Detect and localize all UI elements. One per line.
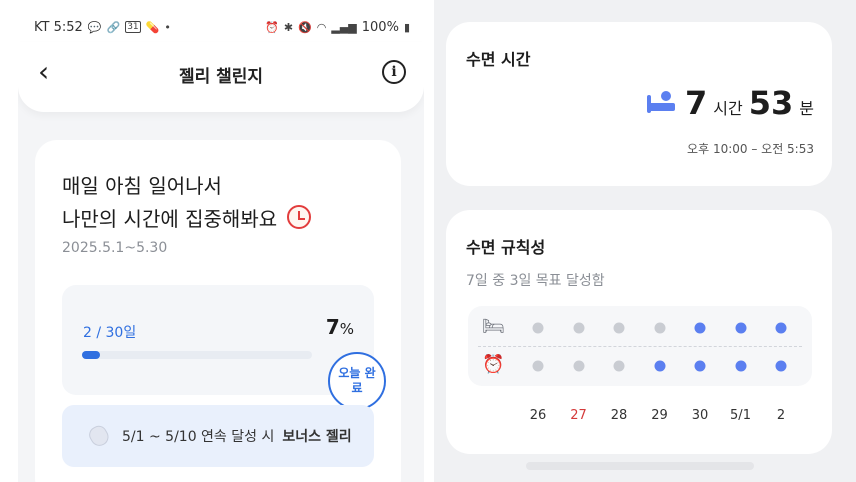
bedtime-dot [573,322,584,334]
days-count: 2 / 30일 [83,325,137,341]
challenge-period: 2025.5.1~5.30 [62,240,168,256]
wake-dot [735,360,746,372]
sleep-range: 오후 10:00 – 오전 5:53 [687,142,814,156]
dot-icon: • [164,20,171,34]
bonus-banner[interactable]: 5/1 ~ 5/10 연속 달성 시 보너스 젤리 [62,405,374,467]
alarm-icon: ⏰ [265,20,279,34]
bluetooth-icon: ✱ [283,20,294,34]
regularity-grid: 🛏 ⏰ [468,306,812,386]
mute-icon: 🔇 [298,20,312,34]
day-label: 2 [776,408,786,423]
goal-summary: 7일 중 3일 목표 달성함 [466,273,605,289]
battery-icon: ▮ [403,20,410,34]
headline-line-2: 나만의 시간에 집중해봐요 [62,207,278,231]
progress-panel: 2 / 30일 7% 오늘 완료 [62,285,386,410]
sleep-regularity-title: 수면 규칙성 [466,238,546,257]
pill-icon: 💊 [145,20,160,34]
progress-bar-fill [82,351,100,359]
headline-line-1: 매일 아침 일어나서 [62,174,222,198]
progress-bar [82,351,312,359]
calendar-icon: 31 [125,21,141,33]
sleep-time-title: 수면 시간 [466,50,531,69]
jelly-challenge-screen: KT 5:52 💬 🔗 31 💊 • ⏰ ✱ 🔇 ◠ ▂▄▆ 100% ▮ ‹ … [18,0,424,482]
sleep-minutes: 53 [748,84,794,122]
app-bar: ‹ 젤리 챌린지 i [18,42,424,112]
page-title: 젤리 챌린지 [178,67,264,87]
message-icon: 💬 [87,20,102,34]
wake-alarm-icon: ⏰ [482,354,505,375]
day-label: 26 [529,408,547,423]
alarm-clock-icon [287,205,312,229]
bedtime-dot [613,322,625,334]
progress-percent: 7% [325,315,354,339]
info-icon[interactable]: i [382,60,406,84]
bedtime-dot [532,322,544,334]
bedtime-dot [694,322,706,334]
wifi-icon: ◠ [316,20,327,34]
day-label: 28 [610,408,628,423]
grid-divider [478,346,802,347]
day-label: 30 [691,408,709,423]
wake-dot [694,360,706,372]
link-icon: 🔗 [106,20,121,34]
sleep-minutes-unit: 분 [799,99,814,118]
wake-dot [532,360,544,372]
battery-text: 100% [361,19,399,35]
challenge-card: 매일 아침 일어나서 나만의 시간에 집중해봐요 2025.5.1~5.30 2… [35,140,401,482]
wake-dot [654,360,665,372]
bedtime-dot [654,322,665,334]
sleep-screen: 수면 시간 7 시간 53 분 오후 10:00 – 오전 5:53 수면 규칙… [434,0,856,482]
bonus-reward: 보너스 젤리 [282,429,352,445]
sleep-regularity-card[interactable]: 수면 규칙성 7일 중 3일 목표 달성함 🛏 ⏰ 26 27 28 29 30 5/1 2 [446,210,832,454]
day-label: 27 [570,408,587,423]
bonus-text: 5/1 ~ 5/10 연속 달성 시 [122,429,275,445]
sleep-hours-unit: 시간 [713,99,743,118]
day-label: 5/1 [730,408,751,423]
bedtime-icon: 🛏 [482,316,505,337]
sleep-hours: 7 [685,84,708,122]
challenge-headline: 매일 아침 일어나서 나만의 시간에 집중해봐요 [62,170,312,236]
today-complete-badge: 오늘 완료 [328,352,386,410]
wake-dot [775,360,787,372]
carrier-time: KT 5:52 [34,19,83,35]
signal-icon: ▂▄▆ [331,20,357,34]
screen-divider [424,0,434,482]
day-label: 29 [651,408,668,423]
sleep-duration: 7 시간 53 분 [647,84,814,122]
wake-dot [573,360,584,372]
next-card-peek [526,462,754,470]
bed-icon [647,89,676,113]
jelly-icon [86,422,112,450]
sleep-time-card[interactable]: 수면 시간 7 시간 53 분 오후 10:00 – 오전 5:53 [446,22,832,186]
bedtime-dot [735,322,746,334]
bedtime-dot [775,322,787,334]
wake-dot [613,360,625,372]
screen: KT 5:52 💬 🔗 31 💊 • ⏰ ✱ 🔇 ◠ ▂▄▆ 100% ▮ ‹ … [0,0,856,482]
